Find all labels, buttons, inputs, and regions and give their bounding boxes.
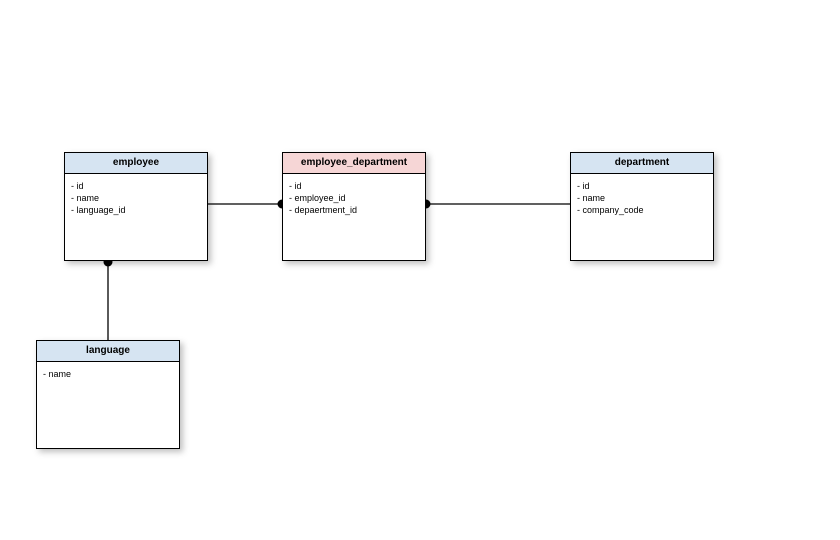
entity-employee[interactable]: employee - id - name - language_id [64, 152, 208, 261]
entity-department-fields: - id - name - company_code [571, 174, 713, 260]
entity-department[interactable]: department - id - name - company_code [570, 152, 714, 261]
entity-employee-department-fields: - id - employee_id - depaertment_id [283, 174, 425, 260]
entity-employee-title: employee [65, 153, 207, 174]
entity-department-title: department [571, 153, 713, 174]
entity-language-fields: - name [37, 362, 179, 448]
connector-layer [0, 0, 840, 540]
entity-employee-department[interactable]: employee_department - id - employee_id -… [282, 152, 426, 261]
entity-employee-department-title: employee_department [283, 153, 425, 174]
er-diagram-canvas: employee - id - name - language_id emplo… [0, 0, 840, 540]
entity-employee-fields: - id - name - language_id [65, 174, 207, 260]
entity-language[interactable]: language - name [36, 340, 180, 449]
entity-language-title: language [37, 341, 179, 362]
